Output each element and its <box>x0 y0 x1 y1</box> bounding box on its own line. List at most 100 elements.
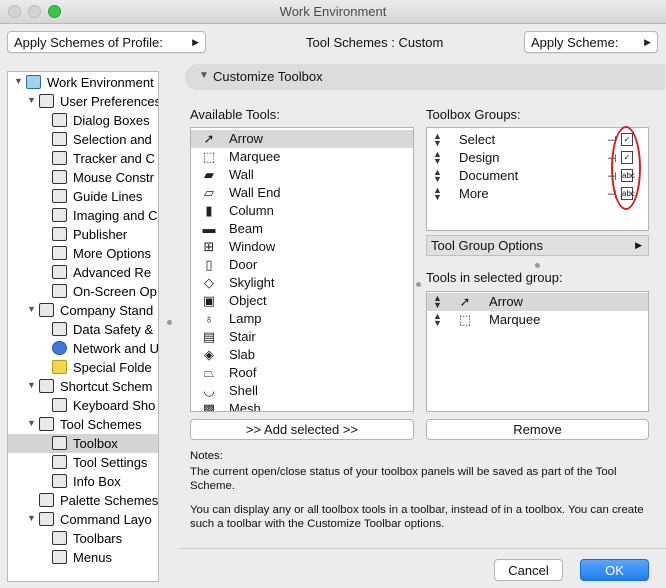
tool-list-item[interactable]: ▰ Wall <box>191 166 413 184</box>
reorder-handle-icon[interactable]: ▲ ▼ <box>433 294 442 310</box>
disclosure-down-icon[interactable]: ▼ <box>27 304 36 314</box>
tree-item[interactable]: ▼ Company Stand <box>8 301 158 320</box>
tree-item-label: Toolbox <box>73 436 118 451</box>
reorder-handle-icon[interactable]: ▲ ▼ <box>433 132 442 148</box>
tree-item[interactable]: Guide Lines <box>8 187 158 206</box>
disclosure-down-icon[interactable]: ▼ <box>14 76 23 86</box>
tool-list-item[interactable]: ⊞ Window <box>191 238 413 256</box>
tree-item[interactable]: Imaging and C <box>8 206 158 225</box>
tool-list-item[interactable]: ▮ Column <box>191 202 413 220</box>
tree-item[interactable]: Network and U <box>8 339 158 358</box>
reorder-handle-icon[interactable]: ▲ ▼ <box>433 150 442 166</box>
tree-item[interactable]: Advanced Re <box>8 263 158 282</box>
tree-item[interactable]: Keyboard Sho <box>8 396 158 415</box>
group-tool-item[interactable]: ▲ ▼ ⬚ Marquee <box>427 311 648 329</box>
tool-list-item[interactable]: ⬚ Marquee <box>191 148 413 166</box>
customize-toolbox-header[interactable]: ▼ Customize Toolbox <box>185 64 665 90</box>
tool-list-item[interactable]: ▣ Object <box>191 292 413 310</box>
tree-item-icon <box>52 246 67 260</box>
tree-item[interactable]: Tracker and C <box>8 149 158 168</box>
tree-item-icon <box>52 341 67 355</box>
arrow-icon: ➚ <box>203 131 215 146</box>
tree-item[interactable]: Publisher <box>8 225 158 244</box>
tree-item-label: Tool Schemes <box>60 417 142 432</box>
tree-item[interactable]: On-Screen Op <box>8 282 158 301</box>
tree-item-icon <box>52 170 67 184</box>
apply-scheme-label: Apply Scheme: <box>531 35 619 50</box>
disclosure-down-icon[interactable]: ▼ <box>27 380 36 390</box>
tool-schemes-status: Tool Schemes : Custom <box>306 35 444 50</box>
tool-list-item-label: Object <box>229 293 267 308</box>
tools-in-group-list[interactable]: ▲ ▼ ➚ Arrow ▲ ▼ ⬚ Marquee <box>426 291 649 412</box>
tree-item[interactable]: Dialog Boxes <box>8 111 158 130</box>
tool-list-item[interactable]: ▩ Mesh <box>191 400 413 412</box>
reorder-handle-icon[interactable]: ▲ ▼ <box>433 186 442 202</box>
group-tool-item[interactable]: ▲ ▼ ➚ Arrow <box>427 293 648 311</box>
tree-item[interactable]: ▼ Shortcut Schem <box>8 377 158 396</box>
tool-list-item[interactable]: ♁ Lamp <box>191 310 413 328</box>
tool-list-item[interactable]: ➚ Arrow <box>191 130 413 148</box>
tree-item[interactable]: Toolbars <box>8 529 158 548</box>
tree-item[interactable]: Data Safety & <box>8 320 158 339</box>
tree-item-label: Network and U <box>73 341 159 356</box>
tool-list-item[interactable]: ◡ Shell <box>191 382 413 400</box>
apply-profile-popup[interactable]: Apply Schemes of Profile: ▶ <box>7 31 206 53</box>
tree-item-icon <box>52 455 67 469</box>
stair-icon: ▤ <box>202 329 216 344</box>
tree-item-label: Data Safety & <box>73 322 154 337</box>
tool-list-item[interactable]: ▯ Door <box>191 256 413 274</box>
mesh-icon: ▩ <box>202 401 216 412</box>
tool-group-options-header[interactable]: Tool Group Options ▶ <box>426 235 649 256</box>
notes-paragraph-2: You can display any or all toolbox tools… <box>190 504 644 530</box>
cancel-button[interactable]: Cancel <box>494 559 563 581</box>
tree-item[interactable]: ▼ Tool Schemes <box>8 415 158 434</box>
remove-button[interactable]: Remove <box>426 419 649 440</box>
tool-list-item[interactable]: ◇ Skylight <box>191 274 413 292</box>
apply-scheme-popup[interactable]: Apply Scheme: ▶ <box>524 31 658 53</box>
disclosure-down-icon[interactable]: ▼ <box>27 513 36 523</box>
tool-list-item[interactable]: ▱ Wall End <box>191 184 413 202</box>
tree-item-label: Selection and <box>73 132 152 147</box>
tool-list-item-label: Door <box>229 257 258 272</box>
tree-item-label: Mouse Constr <box>73 170 154 185</box>
tool-list-item-label: Window <box>229 239 276 254</box>
tool-list-item[interactable]: ◈ Slab <box>191 346 413 364</box>
reorder-handle-icon[interactable]: ▲ ▼ <box>433 312 442 328</box>
tree-item[interactable]: Special Folde <box>8 358 158 377</box>
tree-item[interactable]: More Options <box>8 244 158 263</box>
beam-icon: ▬ <box>202 221 216 236</box>
tree-item[interactable]: Info Box <box>8 472 158 491</box>
tree-item-icon <box>52 265 67 279</box>
tree-item-label: Guide Lines <box>73 189 143 204</box>
wall-end-icon: ▱ <box>204 185 214 200</box>
notes-section: Notes: The current open/close status of … <box>190 449 650 541</box>
disclosure-down-icon[interactable]: ▼ <box>27 95 36 105</box>
tree-item[interactable]: ▼ User Preferences <box>8 92 158 111</box>
triangle-right-icon: ▶ <box>635 240 642 250</box>
tree-item[interactable]: Mouse Constr <box>8 168 158 187</box>
tree-item[interactable]: Palette Schemes <box>8 491 158 510</box>
splitter-handle[interactable] <box>167 320 172 325</box>
roof-icon: ⏢ <box>203 365 215 380</box>
available-tools-list[interactable]: ➚ Arrow ⬚ Marquee ▰ Wall ▱ Wall End ▮ Column ▬ Beam… <box>190 127 414 412</box>
ok-button[interactable]: OK <box>580 559 649 581</box>
tree-item[interactable]: Tool Settings <box>8 453 158 472</box>
tree-item-icon <box>39 512 54 526</box>
tree-item-icon <box>52 398 67 412</box>
tree-item[interactable]: ▼ Command Layo <box>8 510 158 529</box>
add-selected-button[interactable]: >> Add selected >> <box>190 419 414 440</box>
tree-item-label: Dialog Boxes <box>73 113 150 128</box>
tool-list-item[interactable]: ▤ Stair <box>191 328 413 346</box>
settings-tree[interactable]: ▼ Work Environment ▼ User Preferences Dialog… <box>7 71 159 582</box>
tree-item[interactable]: Toolbox <box>8 434 158 453</box>
tree-item[interactable]: Menus <box>8 548 158 567</box>
tree-item-label: Shortcut Schem <box>60 379 153 394</box>
disclosure-down-icon[interactable]: ▼ <box>27 418 36 428</box>
tool-list-item[interactable]: ⏢ Roof <box>191 364 413 382</box>
tree-item-icon <box>52 189 67 203</box>
tree-item[interactable]: ▼ Work Environment <box>8 73 158 92</box>
tree-item[interactable]: Selection and <box>8 130 158 149</box>
tool-list-item[interactable]: ▬ Beam <box>191 220 413 238</box>
group-list-item-label: More <box>459 186 489 201</box>
reorder-handle-icon[interactable]: ▲ ▼ <box>433 168 442 184</box>
